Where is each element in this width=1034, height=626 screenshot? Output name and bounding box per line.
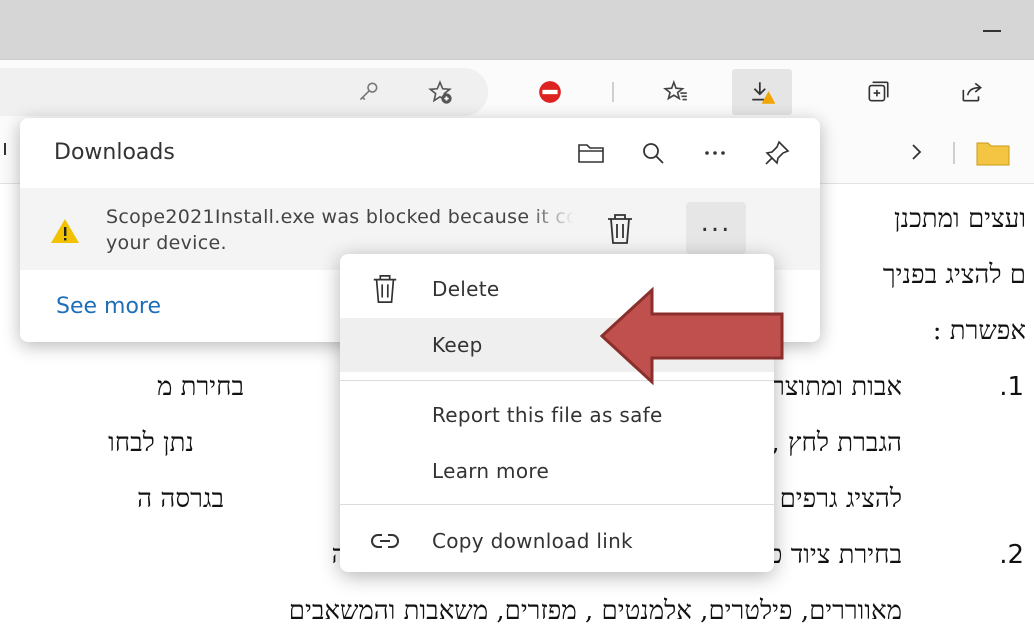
- doc-line: ם להציג בפניך: [882, 260, 1026, 290]
- menu-item-label: Copy download link: [432, 529, 633, 553]
- collections-icon[interactable]: [858, 74, 898, 110]
- trash-icon: [368, 272, 402, 306]
- trash-icon[interactable]: [604, 212, 636, 246]
- list-number: 1.: [999, 372, 1024, 402]
- downloads-title: Downloads: [54, 140, 175, 165]
- menu-item-report-safe[interactable]: Report this file as safe: [340, 388, 774, 442]
- menu-item-label: Learn more: [432, 459, 550, 483]
- menu-item-learn-more[interactable]: Learn more: [340, 444, 774, 498]
- minimize-button[interactable]: [980, 20, 1004, 40]
- doc-line: מאווררים, פילטרים, אלמנטים , מפזרים, משא…: [288, 596, 902, 626]
- link-icon: [368, 524, 402, 558]
- doc-line: בגרסה ה: [137, 484, 224, 514]
- red-arrow-annotation: [599, 286, 784, 386]
- doc-line: נתן לבחו: [108, 428, 194, 458]
- doc-line: אפשרת :: [932, 316, 1026, 346]
- download-status-text: Scope2021Install.exe was blocked because…: [106, 204, 574, 256]
- download-status-line1: Scope2021Install.exe was blocked because…: [106, 206, 574, 228]
- chevron-right-icon[interactable]: [904, 140, 928, 164]
- browser-toolbar: [0, 60, 1034, 122]
- favorites-divider: [953, 142, 955, 164]
- menu-item-label: Report this file as safe: [432, 403, 663, 427]
- toolbar-divider: [612, 82, 614, 102]
- title-bar: [0, 0, 1034, 60]
- menu-item-label: Keep: [432, 333, 483, 357]
- favorites-icon[interactable]: [656, 74, 696, 110]
- favorites-truncated-text: ו: [2, 136, 8, 161]
- address-bar[interactable]: [0, 68, 488, 116]
- search-icon[interactable]: [634, 134, 672, 172]
- download-status-line2: your device.: [106, 232, 227, 254]
- share-icon[interactable]: [952, 74, 992, 110]
- extension-icon[interactable]: [530, 74, 570, 110]
- favorites-add-icon[interactable]: [420, 74, 460, 110]
- key-icon[interactable]: [348, 74, 388, 110]
- more-options-icon[interactable]: [696, 134, 734, 172]
- download-more-button[interactable]: ...: [686, 202, 746, 254]
- downloads-panel-actions: [572, 134, 796, 172]
- warning-icon: [51, 219, 79, 243]
- doc-line: בחירת מ: [156, 372, 244, 402]
- menu-item-label: Delete: [432, 277, 500, 301]
- doc-line: ועצים ומתכנן: [893, 204, 1026, 234]
- open-folder-icon[interactable]: [572, 134, 610, 172]
- menu-item-copy-link[interactable]: Copy download link: [340, 514, 774, 568]
- see-more-link[interactable]: See more: [56, 294, 161, 319]
- pin-icon[interactable]: [758, 134, 796, 172]
- list-number: 2.: [999, 540, 1024, 570]
- folder-icon[interactable]: [976, 140, 1010, 166]
- menu-divider: [340, 504, 774, 505]
- downloads-icon[interactable]: [732, 69, 792, 115]
